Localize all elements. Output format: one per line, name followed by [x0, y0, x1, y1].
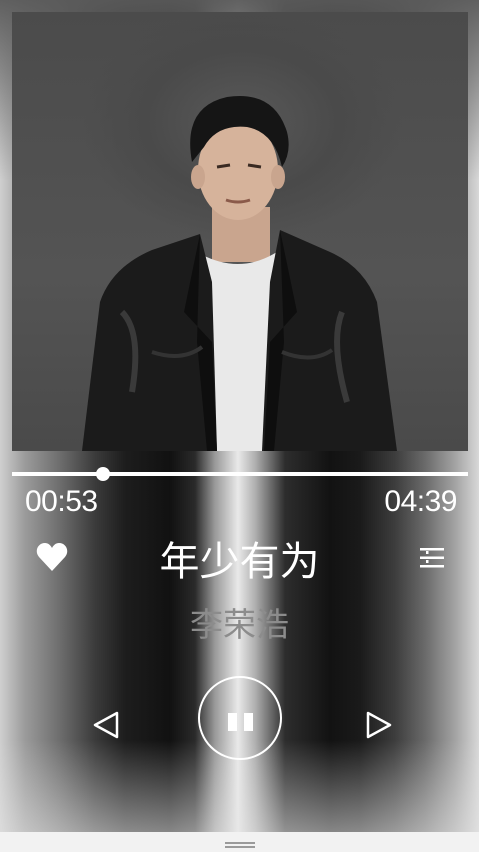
album-artwork-image [82, 96, 397, 451]
playlist-menu-icon[interactable] [418, 546, 446, 570]
album-cover [12, 12, 468, 451]
progress-bar[interactable] [12, 467, 468, 481]
previous-button[interactable] [91, 710, 121, 740]
artist-name: 李荣浩 [190, 605, 289, 644]
play-pause-button[interactable] [198, 676, 282, 760]
previous-triangle-icon [93, 711, 119, 739]
next-triangle-icon [366, 711, 392, 739]
total-time: 04:39 [384, 485, 457, 518]
progress-fill [12, 472, 104, 476]
song-title: 年少有为 [159, 539, 320, 585]
pause-icon-bar [244, 713, 253, 731]
drag-handle[interactable] [225, 842, 255, 848]
current-time: 00:53 [25, 485, 98, 518]
next-button[interactable] [364, 710, 394, 740]
pause-icon [228, 713, 237, 731]
progress-remaining [103, 472, 468, 476]
